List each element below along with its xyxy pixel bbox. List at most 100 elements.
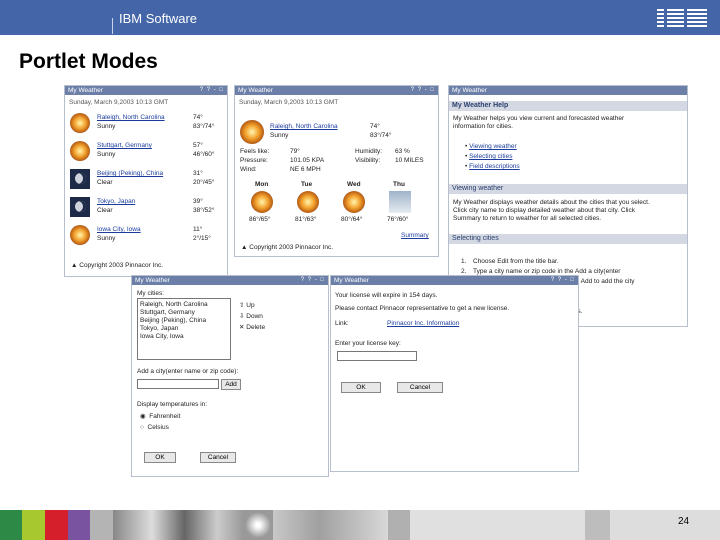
- down-button[interactable]: ⇩ Down: [239, 312, 263, 320]
- sun-icon: [251, 191, 273, 213]
- cities-label: My cities:: [137, 290, 165, 297]
- delete-button[interactable]: ✕ Delete: [239, 323, 265, 331]
- page-title: Portlet Modes: [19, 50, 158, 73]
- up-button[interactable]: ⇧ Up: [239, 301, 255, 309]
- forecast-day: Mon: [255, 181, 269, 188]
- license-expiry-text: Your license will expire in 154 days.: [335, 292, 438, 299]
- help-text-line: Summary to return to weather for all sel…: [453, 215, 602, 222]
- forecast-range: 76°/60°: [387, 216, 409, 223]
- sun-icon: [343, 191, 365, 213]
- help-section-selecting: Selecting cities: [449, 234, 687, 244]
- city-condition: Clear: [97, 179, 113, 186]
- sun-icon: [70, 113, 90, 133]
- city-range: 38°/52°: [193, 207, 215, 214]
- step-number: 1.: [461, 258, 467, 265]
- sun-icon: [70, 225, 90, 245]
- portlet-controls[interactable]: ? ? - □: [200, 86, 224, 95]
- cities-listbox[interactable]: Raleigh, North Carolina Stuttgart, German…: [137, 298, 231, 360]
- city-range: 2°/15°: [193, 235, 211, 242]
- city-list-item[interactable]: Iowa City, Iowa: [140, 333, 184, 340]
- city-temp: 74°: [370, 123, 380, 130]
- footer-color-strip: [0, 510, 720, 540]
- sun-icon: [70, 141, 90, 161]
- date-text: Sunday, March 9,2003 10:13 GMT: [69, 99, 169, 106]
- city-name-link[interactable]: Stuttgart, Germany: [97, 142, 152, 149]
- city-range: 46°/60°: [193, 151, 215, 158]
- pinnacor-link[interactable]: Pinnacor Inc. Information: [387, 320, 459, 327]
- weather-license-portlet: My Weather ? ? - □ Your license will exp…: [330, 275, 579, 472]
- city-name-link[interactable]: Iowa City, Iowa: [97, 226, 141, 233]
- city-temp: 39°: [193, 198, 203, 205]
- ok-button[interactable]: OK: [144, 452, 176, 463]
- city-temp: 11°: [193, 226, 203, 233]
- portlet-controls[interactable]: ? ? - □: [551, 276, 575, 285]
- detail-label: Visibility:: [355, 157, 381, 164]
- forecast-range: 81°/63°: [295, 216, 317, 223]
- temperature-label: Display temperatures in:: [137, 401, 208, 408]
- detail-value: 79°: [290, 148, 300, 155]
- step-number: 2.: [461, 268, 467, 275]
- detail-label: Pressure:: [240, 157, 268, 164]
- step-text: Type a city name or zip code in the Add …: [473, 268, 621, 275]
- portlet-controls[interactable]: ? ? - □: [411, 86, 435, 95]
- city-name-link[interactable]: Beijing (Peking), China: [97, 170, 163, 177]
- help-topic-link[interactable]: • Viewing weather: [465, 143, 517, 150]
- page-number: 24: [678, 516, 690, 527]
- date-text: Sunday, March 9,2003 10:13 GMT: [239, 99, 339, 106]
- help-topic-link[interactable]: • Selecting cities: [465, 153, 512, 160]
- city-list-item[interactable]: Stuttgart, Germany: [140, 309, 195, 316]
- portlet-title: My Weather: [135, 277, 170, 284]
- portlet-title: My Weather: [238, 87, 273, 94]
- brand-text: IBM Software: [119, 11, 198, 26]
- link-label: Link:: [335, 320, 349, 327]
- moon-icon: [70, 197, 90, 217]
- portlet-title-bar: My Weather ? ? - □: [331, 276, 578, 285]
- ibm-logo-icon: [657, 8, 707, 30]
- forecast-range: 86°/65°: [249, 216, 271, 223]
- city-name-link[interactable]: Raleigh, North Carolina: [270, 123, 338, 130]
- city-list-item[interactable]: Tokyo, Japan: [140, 325, 178, 332]
- fahrenheit-radio[interactable]: ◉ Fahrenheit: [140, 412, 180, 420]
- city-condition: Sunny: [97, 123, 116, 130]
- copyright-text: ▲ Copyright 2003 Pinnacor Inc.: [71, 262, 164, 269]
- city-condition: Sunny: [97, 151, 116, 158]
- city-condition: Sunny: [270, 132, 289, 139]
- portlet-title: My Weather: [452, 87, 487, 94]
- weather-summary-portlet: My Weather ? ? - □ Sunday, March 9,2003 …: [64, 85, 228, 277]
- license-key-label: Enter your license key:: [335, 340, 401, 347]
- detail-value: 101.05 KPA: [290, 157, 325, 164]
- help-topic-link[interactable]: • Field descriptions: [465, 163, 520, 170]
- portlet-title: My Weather: [334, 277, 369, 284]
- add-city-input[interactable]: [137, 379, 219, 389]
- detail-label: Humidity:: [355, 148, 383, 155]
- help-text-line: Click city name to display detailed weat…: [453, 207, 635, 214]
- forecast-range: 80°/64°: [341, 216, 363, 223]
- city-name-link[interactable]: Tokyo, Japan: [97, 198, 135, 205]
- portlet-title-bar: My Weather ? ? - □: [132, 276, 328, 285]
- help-heading: My Weather Help: [449, 101, 687, 111]
- city-range: 20°/45°: [193, 179, 215, 186]
- sun-icon: [240, 120, 264, 144]
- header-divider: [112, 18, 113, 34]
- moon-icon: [70, 169, 90, 189]
- celsius-radio[interactable]: ○ Celsius: [140, 424, 169, 431]
- license-contact-text: Please contact Pinnacor representative t…: [335, 305, 510, 312]
- add-button[interactable]: Add: [221, 379, 241, 390]
- city-list-item[interactable]: Beijing (Peking), China: [140, 317, 206, 324]
- portlet-title-bar: My Weather: [449, 86, 687, 95]
- cancel-button[interactable]: Cancel: [200, 452, 236, 463]
- ok-button[interactable]: OK: [341, 382, 381, 393]
- city-condition: Sunny: [97, 235, 116, 242]
- license-key-input[interactable]: [337, 351, 417, 361]
- add-city-label: Add a city(enter name or zip code):: [137, 368, 239, 375]
- city-temp: 57°: [193, 142, 203, 149]
- summary-link[interactable]: Summary: [401, 232, 429, 239]
- cancel-button[interactable]: Cancel: [397, 382, 443, 393]
- portlet-controls[interactable]: ? ? - □: [301, 276, 325, 285]
- forecast-day: Tue: [301, 181, 313, 188]
- city-condition: Clear: [97, 207, 113, 214]
- help-text-line: My Weather displays weather details abou…: [453, 199, 650, 206]
- city-list-item[interactable]: Raleigh, North Carolina: [140, 301, 208, 308]
- city-name-link[interactable]: Raleigh, North Carolina: [97, 114, 165, 121]
- weather-edit-portlet: My Weather ? ? - □ My cities: Raleigh, N…: [131, 275, 329, 477]
